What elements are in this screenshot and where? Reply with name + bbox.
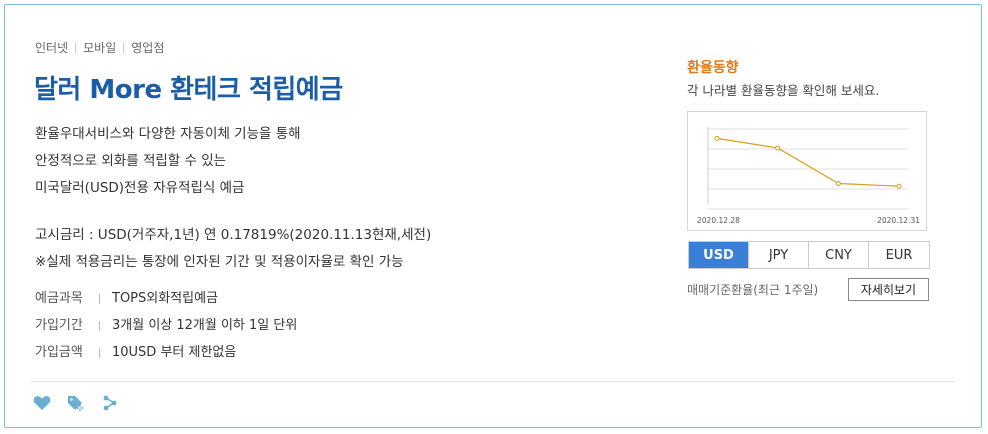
data-point[interactable] xyxy=(714,135,720,141)
info-separator xyxy=(99,347,100,358)
share-icon[interactable] xyxy=(101,394,119,412)
fx-chart: 2020.12.28 2020.12.31 xyxy=(687,111,927,231)
heart-icon[interactable] xyxy=(33,394,51,412)
channel-separator xyxy=(123,42,125,53)
fx-chart-svg xyxy=(707,127,908,210)
info-value: 3개월 이상 12개월 이하 1일 단위 xyxy=(112,318,298,333)
rate-notice: 고시금리 : USD(거주자,1년) 연 0.17819%(2020.11.13… xyxy=(35,222,431,276)
channel-separator xyxy=(75,42,77,53)
data-point[interactable] xyxy=(775,145,781,151)
info-key: 가입금액 xyxy=(35,345,83,360)
info-value: 10USD 부터 제한없음 xyxy=(112,345,237,360)
info-key: 가입기간 xyxy=(35,318,83,333)
card-divider xyxy=(31,381,955,382)
tab-usd[interactable]: USD xyxy=(689,242,749,268)
fx-basis-label: 매매기준환율(최근 1주일) xyxy=(687,283,819,297)
tab-eur[interactable]: EUR xyxy=(869,242,929,268)
tag-plus-icon[interactable] xyxy=(67,394,85,412)
channel-list: 인터넷 모바일 영업점 xyxy=(35,39,164,56)
info-row-term: 가입기간 3개월 이상 12개월 이하 1일 단위 xyxy=(35,312,297,339)
tab-jpy[interactable]: JPY xyxy=(749,242,809,268)
product-info-table: 예금과목 TOPS외화적립예금 가입기간 3개월 이상 12개월 이하 1일 단… xyxy=(35,285,297,366)
channel-branch: 영업점 xyxy=(131,41,165,55)
info-row-amount: 가입금액 10USD 부터 제한없음 xyxy=(35,339,297,366)
info-row-account-type: 예금과목 TOPS외화적립예금 xyxy=(35,285,297,312)
product-description: 환율우대서비스와 다양한 자동이체 기능을 통해 안정적으로 외화를 적립할 수… xyxy=(35,121,301,202)
info-separator xyxy=(99,293,100,304)
description-line: 안정적으로 외화를 적립할 수 있는 xyxy=(35,153,227,169)
info-value: TOPS외화적립예금 xyxy=(112,291,219,306)
info-separator xyxy=(99,320,100,331)
product-card: 인터넷 모바일 영업점 달러 More 환테크 적립예금 환율우대서비스와 다양… xyxy=(4,4,982,428)
product-title[interactable]: 달러 More 환테크 적립예금 xyxy=(34,69,343,106)
description-line: 환율우대서비스와 다양한 자동이체 기능을 통해 xyxy=(35,126,301,142)
channel-internet: 인터넷 xyxy=(35,41,69,55)
action-bar xyxy=(33,394,119,412)
view-details-button[interactable]: 자세히보기 xyxy=(848,278,929,301)
series-line xyxy=(716,137,900,187)
fx-trend-subtitle: 각 나라별 환율동향을 확인해 보세요. xyxy=(687,83,880,98)
data-point[interactable] xyxy=(835,181,841,186)
description-line: 미국달러(USD)전용 자유적립식 예금 xyxy=(35,180,245,196)
data-point[interactable] xyxy=(896,183,902,189)
posted-rate: 고시금리 : USD(거주자,1년) 연 0.17819%(2020.11.13… xyxy=(35,227,432,243)
tab-cny[interactable]: CNY xyxy=(809,242,869,268)
fx-trend-title: 환율동향 xyxy=(687,60,739,76)
info-key: 예금과목 xyxy=(35,291,83,306)
rate-caution: ※실제 적용금리는 통장에 인자된 기간 및 적용이자율로 확인 가능 xyxy=(35,254,404,270)
x-tick-end: 2020.12.31 xyxy=(877,216,920,225)
x-tick-start: 2020.12.28 xyxy=(697,216,740,225)
channel-mobile: 모바일 xyxy=(83,41,117,55)
currency-tabs: USD JPY CNY EUR xyxy=(688,241,930,269)
